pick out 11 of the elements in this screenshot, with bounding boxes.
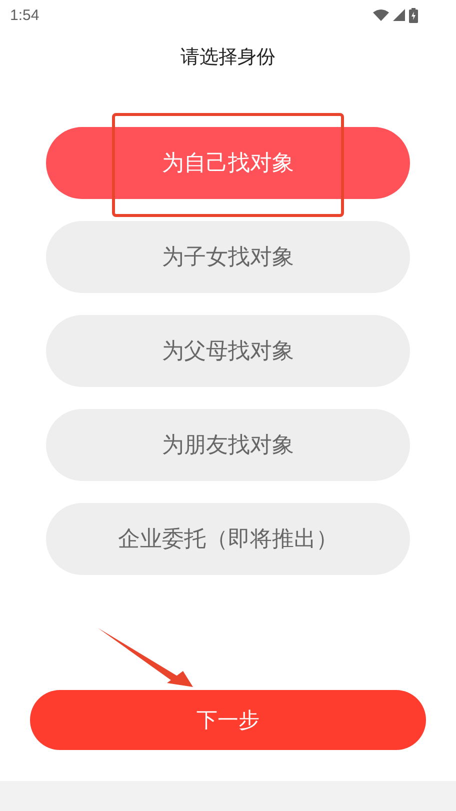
status-time: 1:54 xyxy=(10,6,40,24)
identity-option[interactable]: 为子女找对象 xyxy=(46,221,410,293)
next-button[interactable]: 下一步 xyxy=(30,690,426,750)
page-title: 请选择身份 xyxy=(180,45,276,70)
identity-option[interactable]: 为父母找对象 xyxy=(46,315,410,387)
identity-option[interactable]: 企业委托（即将推出） xyxy=(46,503,410,575)
wifi-icon xyxy=(373,9,389,21)
identity-option[interactable]: 为朋友找对象 xyxy=(46,409,410,481)
identity-option[interactable]: 为自己找对象 xyxy=(46,127,410,199)
signal-icon xyxy=(393,9,405,21)
battery-charging-icon xyxy=(409,8,418,22)
